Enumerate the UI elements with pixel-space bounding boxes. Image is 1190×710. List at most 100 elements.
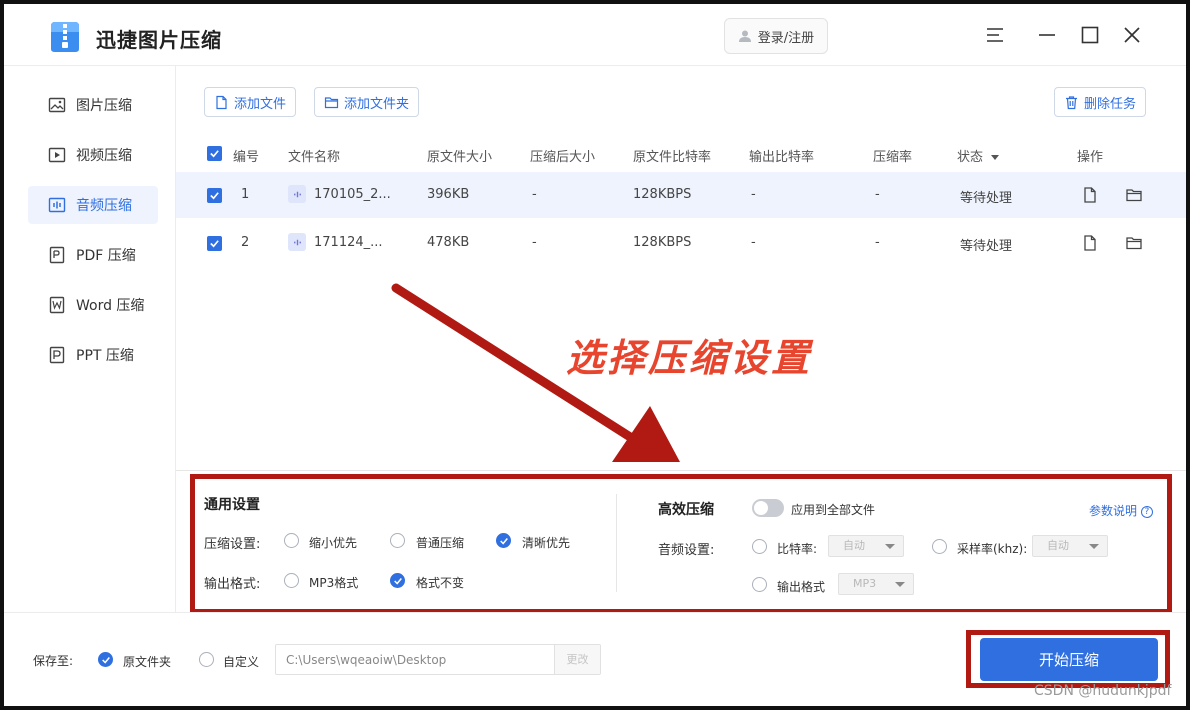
efficient-compress-toggle[interactable] <box>752 499 784 517</box>
row-orig-size: 396KB <box>427 187 470 202</box>
radio-bitrate[interactable] <box>752 539 767 554</box>
caret-down-icon <box>1089 544 1099 549</box>
row-checkbox[interactable] <box>207 236 222 251</box>
bitrate-value: 自动 <box>843 539 865 552</box>
minimize-icon[interactable] <box>1034 22 1060 48</box>
header-out-bitrate: 输出比特率 <box>749 150 815 165</box>
compress-setting-label: 压缩设置: <box>204 537 261 552</box>
close-icon[interactable] <box>1119 22 1145 48</box>
sidebar-item-label: 音频压缩 <box>76 198 132 214</box>
sidebar-item-word[interactable]: Word 压缩 <box>28 286 158 324</box>
header-status[interactable]: 状态 <box>957 146 1000 165</box>
header-filename: 文件名称 <box>288 150 341 165</box>
ppt-icon <box>49 346 65 364</box>
question-icon: ? <box>1140 505 1153 518</box>
row-filename: 171124_... <box>314 235 383 250</box>
sidebar-item-label: Word 压缩 <box>76 298 145 314</box>
sidebar-item-label: PPT 压缩 <box>76 348 134 364</box>
row-number: 1 <box>241 187 250 202</box>
general-settings-title: 通用设置 <box>204 497 260 513</box>
caret-down-icon <box>895 582 905 587</box>
row-orig-size: 478KB <box>427 235 470 250</box>
table-row[interactable]: 1 170105_2... 396KB - 128KBPS - - 等待处理 <box>176 172 1186 218</box>
header-orig-size: 原文件大小 <box>427 150 493 165</box>
app-title: 迅捷图片压缩 <box>96 28 222 52</box>
sidebar-item-image[interactable]: 图片压缩 <box>28 86 158 124</box>
sidebar: 图片压缩 视频压缩 音频压缩 PDF 压缩 Word 压缩 PPT 压缩 <box>4 66 176 612</box>
samplerate-select[interactable]: 自动 <box>1032 535 1108 557</box>
audio-file-icon <box>288 233 306 251</box>
folder-icon[interactable] <box>1125 186 1143 204</box>
output-format-value: MP3 <box>853 577 877 590</box>
radio-custom-path[interactable] <box>199 652 214 667</box>
radio-keep-format[interactable] <box>390 573 405 588</box>
row-comp-size: - <box>532 235 537 250</box>
file-icon[interactable] <box>1081 186 1099 204</box>
caret-down-icon <box>885 544 895 549</box>
settings-divider <box>616 494 617 592</box>
title-bar: 迅捷图片压缩 登录/注册 <box>4 4 1186 66</box>
header-actions: 操作 <box>1077 150 1104 165</box>
row-orig-bitrate: 128KBPS <box>633 187 692 202</box>
sidebar-item-label: 视频压缩 <box>76 148 132 164</box>
radio-shrink-first[interactable] <box>284 533 299 548</box>
row-checkbox[interactable] <box>207 188 222 203</box>
sidebar-item-label: PDF 压缩 <box>76 248 136 264</box>
row-ratio: - <box>875 187 880 202</box>
file-icon[interactable] <box>1081 234 1099 252</box>
radio-output-format[interactable] <box>752 577 767 592</box>
output-format-select[interactable]: MP3 <box>838 573 914 595</box>
output-format-label: 输出格式: <box>204 577 261 592</box>
radio-original-folder[interactable] <box>98 652 113 667</box>
file-icon <box>216 95 227 109</box>
option-mp3-format: MP3格式 <box>309 576 359 590</box>
header-comp-size: 压缩后大小 <box>530 150 596 165</box>
samplerate-label: 采样率(khz): <box>957 542 1028 556</box>
delete-task-label: 删除任务 <box>1084 96 1137 112</box>
folder-icon <box>324 96 339 108</box>
add-file-label: 添加文件 <box>234 96 287 112</box>
sidebar-item-ppt[interactable]: PPT 压缩 <box>28 336 158 374</box>
row-comp-size: - <box>532 187 537 202</box>
radio-mp3-format[interactable] <box>284 573 299 588</box>
option-shrink-first: 缩小优先 <box>309 536 358 550</box>
delete-task-button[interactable]: 删除任务 <box>1054 87 1147 117</box>
custom-path-label: 自定义 <box>223 655 260 669</box>
bitrate-label: 比特率: <box>777 542 818 556</box>
table-row[interactable]: 2 171124_... 478KB - 128KBPS - - 等待处理 <box>176 220 1186 266</box>
param-help-link[interactable]: 参数说明 ? <box>1089 502 1153 519</box>
menu-icon[interactable] <box>982 22 1008 48</box>
row-number: 2 <box>241 235 250 250</box>
radio-clarity-first[interactable] <box>496 533 511 548</box>
row-out-bitrate: - <box>751 187 756 202</box>
radio-normal-compress[interactable] <box>390 533 405 548</box>
add-folder-button[interactable]: 添加文件夹 <box>314 87 420 117</box>
add-file-button[interactable]: 添加文件 <box>204 87 297 117</box>
video-icon <box>48 147 66 163</box>
login-button[interactable]: 登录/注册 <box>724 18 828 54</box>
word-icon <box>49 296 65 314</box>
option-keep-format: 格式不变 <box>416 576 465 590</box>
login-label: 登录/注册 <box>757 30 815 46</box>
row-ratio: - <box>875 235 880 250</box>
sidebar-item-video[interactable]: 视频压缩 <box>28 136 158 174</box>
sidebar-item-audio[interactable]: 音频压缩 <box>28 186 158 224</box>
bitrate-select[interactable]: 自动 <box>828 535 904 557</box>
header-number: 编号 <box>233 150 260 165</box>
trash-icon <box>1066 95 1077 109</box>
option-clarity-first: 清晰优先 <box>522 536 571 550</box>
radio-samplerate[interactable] <box>932 539 947 554</box>
original-folder-label: 原文件夹 <box>123 655 172 669</box>
table-header: 编号 文件名称 原文件大小 压缩后大小 原文件比特率 输出比特率 压缩率 状态 … <box>176 138 1186 170</box>
save-path-input[interactable]: C:\Users\wqeaoiw\Desktop 更改 <box>275 644 601 675</box>
samplerate-value: 自动 <box>1047 539 1069 552</box>
efficient-compress-title: 高效压缩 <box>658 502 714 518</box>
sidebar-item-pdf[interactable]: PDF 压缩 <box>28 236 158 274</box>
select-all-checkbox[interactable] <box>207 146 222 161</box>
row-out-bitrate: - <box>751 235 756 250</box>
watermark-text: CSDN @hudunkjpdf <box>1034 683 1172 699</box>
change-path-button[interactable]: 更改 <box>554 645 600 674</box>
start-compress-button[interactable]: 开始压缩 <box>980 638 1158 681</box>
maximize-icon[interactable] <box>1077 22 1103 48</box>
folder-icon[interactable] <box>1125 234 1143 252</box>
